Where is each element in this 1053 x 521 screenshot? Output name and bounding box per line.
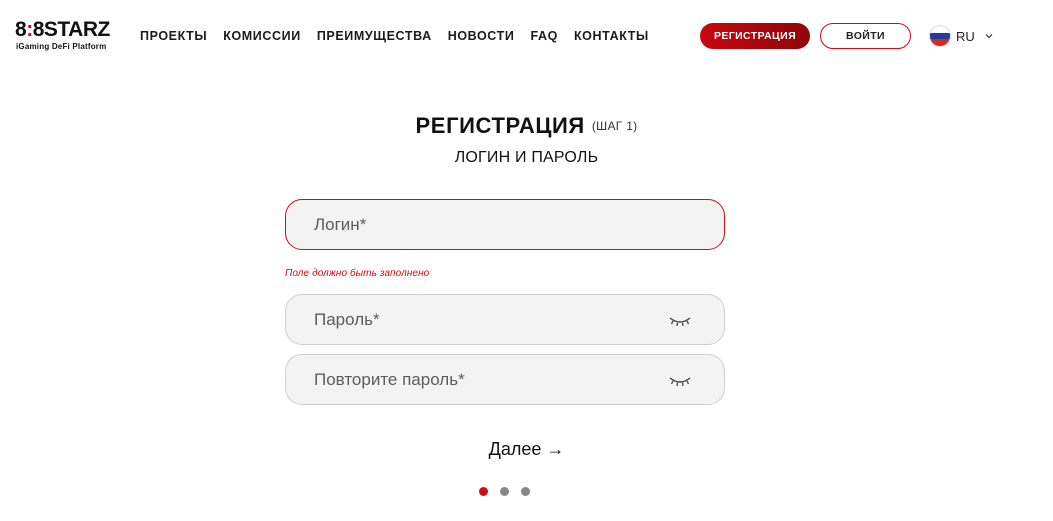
step-dot (479, 487, 488, 496)
eye-closed-icon[interactable] (668, 314, 692, 328)
register-button[interactable]: РЕГИСТРАЦИЯ (700, 23, 810, 49)
logo-tagline: iGaming DeFi Platform (16, 42, 107, 51)
password-input[interactable] (286, 295, 724, 344)
next-row: Далее → (0, 439, 1053, 460)
logo-wordmark: 8:8STARZ (15, 18, 110, 41)
step-dots (479, 487, 530, 496)
logo[interactable]: 8:8STARZ iGaming DeFi Platform (15, 19, 127, 55)
step-indicator: (ШАГ 1) (591, 119, 638, 133)
nav-item-contacts[interactable]: КОНТАКТЫ (574, 28, 649, 44)
login-input[interactable] (286, 200, 724, 249)
nav-item-commissions[interactable]: КОМИССИИ (223, 28, 301, 44)
nav-item-advantages[interactable]: ПРЕИМУЩЕСТВА (317, 28, 432, 44)
step-dot (521, 487, 530, 496)
nav-item-projects[interactable]: ПРОЕКТЫ (140, 28, 207, 44)
next-button[interactable]: Далее → (489, 439, 565, 460)
russia-flag-icon (930, 26, 950, 46)
login-field (285, 199, 725, 250)
password-field (285, 294, 725, 345)
language-code: RU (956, 28, 975, 44)
eye-closed-icon[interactable] (668, 374, 692, 388)
page-title-row: РЕГИСТРАЦИЯ (ШАГ 1) (0, 113, 1053, 139)
page-subtitle: ЛОГИН И ПАРОЛЬ (454, 149, 599, 166)
login-error-message: Поле должно быть заполнено (285, 268, 430, 279)
page-title: РЕГИСТРАЦИЯ (415, 113, 585, 138)
nav-item-news[interactable]: НОВОСТИ (448, 28, 515, 44)
step-dot (500, 487, 509, 496)
header: 8:8STARZ iGaming DeFi Platform ПРОЕКТЫ К… (0, 0, 1053, 72)
login-button[interactable]: ВОЙТИ (820, 23, 911, 49)
password-repeat-input[interactable] (286, 355, 724, 404)
nav-item-faq[interactable]: FAQ (530, 28, 558, 44)
language-selector[interactable]: RU (930, 25, 994, 47)
main-nav: ПРОЕКТЫ КОМИССИИ ПРЕИМУЩЕСТВА НОВОСТИ FA… (140, 28, 649, 44)
chevron-down-icon (985, 34, 993, 39)
password-repeat-field (285, 354, 725, 405)
